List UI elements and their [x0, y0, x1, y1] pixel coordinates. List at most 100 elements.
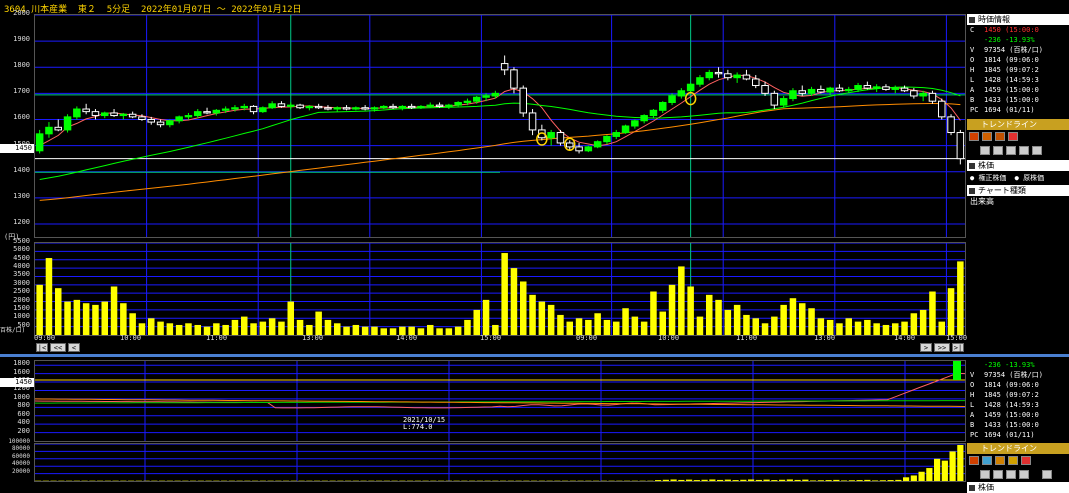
lower-quote-value: 1428 (14:59:3 [984, 401, 1039, 409]
next-button[interactable]: > [920, 343, 932, 352]
volume-unit: 百株/口) [0, 325, 25, 334]
volume-bar [678, 266, 685, 335]
volume-bar [539, 302, 546, 335]
radio-adjusted[interactable]: ● 権正株価 [970, 174, 1006, 182]
lower-select-icon[interactable] [980, 470, 990, 479]
volume-bar [157, 322, 164, 335]
paste-icon[interactable] [1006, 146, 1016, 155]
radio-original-label: 原株価 [1023, 174, 1044, 182]
candle-body [399, 106, 406, 107]
volume-bar [101, 302, 108, 335]
lower-quote-key: V [967, 370, 984, 380]
candle-body [734, 75, 741, 78]
quote-panel: 時価情報 C1450 (15:00:0-236 -13.93%V97354 (百… [967, 14, 1069, 344]
volume-bar [855, 322, 862, 335]
candle-body [325, 108, 332, 109]
candle-body [594, 142, 601, 147]
candle-body [473, 97, 480, 101]
lower-print-icon[interactable] [1042, 470, 1052, 479]
panel-divider[interactable] [0, 354, 1069, 357]
quote-row: C1450 (15:00:0 [967, 25, 1069, 35]
print-icon[interactable] [1032, 146, 1042, 155]
candle-body [762, 86, 769, 94]
candle-body [585, 147, 592, 151]
trendline-draw-icon[interactable] [969, 132, 979, 141]
first-page-button[interactable]: |< [36, 343, 48, 352]
candle-body [287, 105, 294, 106]
volume-bar [232, 320, 239, 335]
prev-page-button[interactable]: << [50, 343, 66, 352]
volume-bar [622, 308, 629, 335]
lower-copy-icon[interactable] [993, 470, 1003, 479]
volume-bar [604, 320, 611, 335]
next-page-button[interactable]: >> [934, 343, 950, 352]
long-tick-label: 1000 [0, 393, 30, 401]
select-icon[interactable] [980, 146, 990, 155]
lower-stock-header: 株価 [967, 482, 1069, 493]
price-tick-label: 2000 [0, 9, 30, 17]
long-term-volume-chart[interactable] [34, 443, 966, 482]
trendline-fib-icon[interactable] [995, 132, 1005, 141]
candle-body [129, 114, 136, 117]
candle-body [780, 99, 787, 106]
trendline-parallel-icon[interactable] [982, 132, 992, 141]
volume-bar [287, 302, 294, 335]
volume-bar [129, 313, 136, 335]
volume-bar [46, 258, 53, 335]
copy-icon[interactable] [993, 146, 1003, 155]
volume-bar [83, 303, 90, 335]
candle-body [659, 102, 666, 110]
radio-original[interactable]: ● 原株価 [1015, 174, 1044, 182]
long-volume-bar [957, 445, 963, 481]
lower-paste-icon[interactable] [1006, 470, 1016, 479]
quote-row: PC1694 (01/11) [967, 105, 1069, 115]
candle-body [576, 147, 583, 151]
long-term-chart[interactable] [34, 360, 966, 442]
candle-body [148, 119, 155, 122]
prev-button[interactable]: < [68, 343, 80, 352]
lower-delete-icon[interactable] [1019, 470, 1029, 479]
lower-trendline-move-icon[interactable] [1008, 456, 1018, 465]
price-chart[interactable] [34, 14, 966, 238]
lower-trendline-parallel-icon[interactable] [982, 456, 992, 465]
lower-trendline-draw-icon[interactable] [969, 456, 979, 465]
candle-body [669, 96, 676, 103]
candle-body [241, 106, 248, 107]
price-tick-label: 1700 [0, 87, 30, 95]
time-tick-label: 13:00 [302, 334, 323, 342]
candle-body [845, 89, 852, 90]
trendline-erase-icon[interactable] [1008, 132, 1018, 141]
volume-bar [808, 308, 815, 335]
quote-key: V [967, 45, 984, 55]
long-volume-tick-label: 100000 [0, 438, 30, 445]
long-tick-label: 800 [0, 401, 30, 409]
lower-trendline-erase-icon[interactable] [1021, 456, 1031, 465]
volume-axis: 5500500045004000350030002500200015001000… [0, 242, 34, 334]
lower-trendline-fib-icon[interactable] [995, 456, 1005, 465]
trendline-header[interactable]: トレンドライン [967, 119, 1069, 130]
time-tick-label: 15:00 [946, 334, 967, 342]
volume-bar [483, 300, 490, 335]
chart-type-value[interactable]: 出来高 [967, 196, 1069, 208]
candle-body [920, 93, 927, 96]
long-volume-bar [849, 480, 855, 481]
lower-trendline-header[interactable]: トレンドライン [967, 443, 1069, 454]
quote-key: A [967, 85, 984, 95]
lower-quote-row: H1845 (09:07:2 [967, 390, 1069, 400]
volume-bar [92, 305, 99, 335]
long-tick-label: 1800 [0, 359, 30, 367]
volume-bar [632, 317, 639, 335]
last-page-button[interactable]: >| [952, 343, 964, 352]
volume-bar [827, 320, 834, 335]
volume-bar [585, 320, 592, 335]
volume-bar [780, 305, 787, 335]
volume-bar [566, 322, 573, 335]
delete-icon[interactable] [1019, 146, 1029, 155]
long-volume-bar [950, 451, 956, 481]
long-volume-bar [717, 480, 723, 481]
candle-body [818, 89, 825, 92]
volume-bar [641, 322, 648, 335]
candle-body [641, 116, 648, 121]
volume-chart[interactable] [34, 242, 966, 336]
volume-bar [650, 292, 657, 335]
